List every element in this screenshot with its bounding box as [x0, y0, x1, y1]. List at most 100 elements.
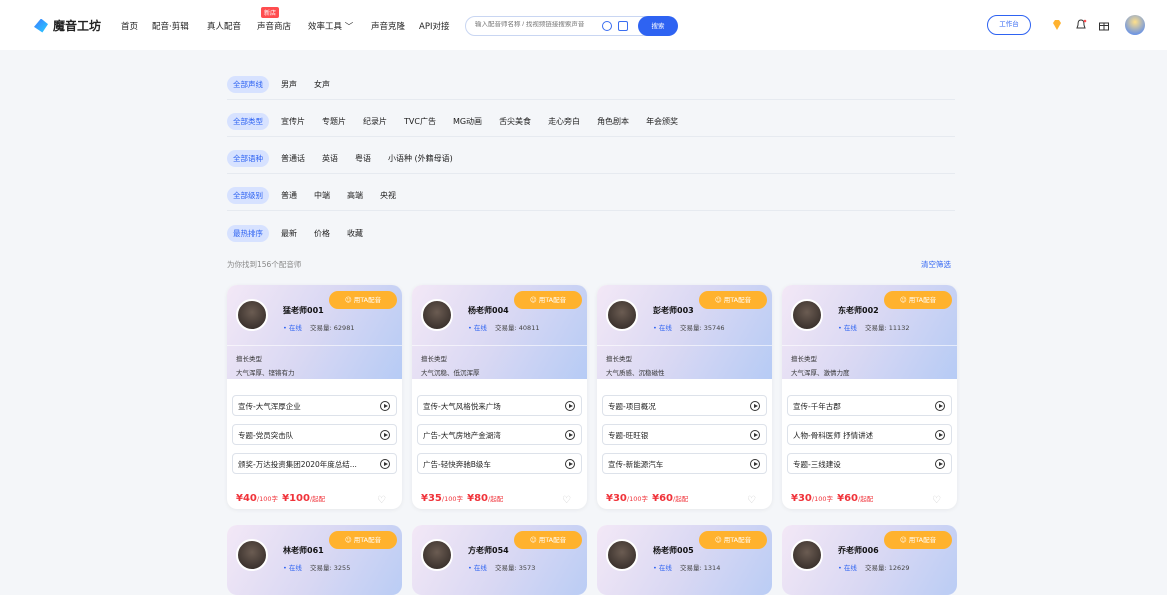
sample-title: 专题-三线建设 [793, 460, 841, 469]
filter-row-sort: 最热排序 最新 价格 收藏 [227, 218, 955, 248]
nav-voice-clone[interactable]: 声音克隆 [371, 20, 405, 32]
filter-option[interactable]: 央视 [380, 190, 396, 201]
play-icon[interactable] [380, 401, 390, 411]
nav-home[interactable]: 首页 [121, 20, 138, 32]
filter-option[interactable]: 高端 [347, 190, 363, 201]
hire-button[interactable]: ☺ 用TA配音 [699, 531, 767, 549]
search-button[interactable]: 搜索 [638, 16, 678, 36]
favorite-icon[interactable]: ♡ [747, 495, 756, 506]
nav-api[interactable]: API对接 [419, 20, 449, 32]
voice-card[interactable]: 彭老师003 • 在线 交易量: 35746 ☺ 用TA配音 擅长类型 大气质感… [597, 285, 772, 509]
bell-icon[interactable] [1075, 19, 1087, 31]
filter-option[interactable]: 走心旁白 [548, 116, 580, 127]
trade-volume: 交易量: 62981 [310, 324, 355, 332]
workbench-button[interactable]: 工作台 [987, 15, 1031, 35]
filter-option[interactable]: 普通话 [281, 153, 305, 164]
filter-option[interactable]: 普通 [281, 190, 297, 201]
voice-card[interactable]: 方老师054 • 在线 交易量: 3573 ☺ 用TA配音 [412, 525, 587, 595]
voice-card[interactable]: 林老师061 • 在线 交易量: 3255 ☺ 用TA配音 [227, 525, 402, 595]
sample-item[interactable]: 专题-旺旺银 [602, 424, 767, 445]
favorite-icon[interactable]: ♡ [562, 495, 571, 506]
play-icon[interactable] [565, 401, 575, 411]
filter-chip-all-type[interactable]: 全部类型 [227, 113, 269, 130]
play-icon[interactable] [750, 459, 760, 469]
skill-label: 擅长类型 [236, 355, 262, 363]
price-info: ¥30/100字 ¥60/起配 [606, 493, 689, 504]
filter-option[interactable]: 中端 [314, 190, 330, 201]
link-search-icon[interactable] [618, 21, 628, 31]
hire-button[interactable]: ☺ 用TA配音 [329, 291, 397, 309]
favorite-icon[interactable]: ♡ [932, 495, 941, 506]
diamond-icon[interactable] [1051, 19, 1063, 31]
brand-name: 魔音工坊 [53, 19, 102, 33]
filter-chip-all-voice[interactable]: 全部声线 [227, 76, 269, 93]
clear-filters-link[interactable]: 清空筛选 [921, 259, 951, 270]
hire-button[interactable]: ☺ 用TA配音 [884, 291, 952, 309]
play-icon[interactable] [565, 430, 575, 440]
sample-item[interactable]: 颁奖-万达投资集团2020年度总结... [232, 453, 397, 474]
sort-chip-hottest[interactable]: 最热排序 [227, 224, 269, 242]
sample-item[interactable]: 宣传-千年古郡 [787, 395, 952, 416]
voice-card[interactable]: 乔老师006 • 在线 交易量: 12629 ☺ 用TA配音 [782, 525, 957, 595]
nav-efficiency-tools[interactable]: 效率工具 ﹀ [308, 20, 353, 32]
filter-option[interactable]: 小语种 (外籍母语) [388, 153, 453, 164]
sort-option[interactable]: 最新 [281, 228, 297, 239]
sample-item[interactable]: 宣传-新能源汽车 [602, 453, 767, 474]
sample-item[interactable]: 广告-轻快奔驰B级车 [417, 453, 582, 474]
sort-option[interactable]: 价格 [314, 228, 330, 239]
filter-option[interactable]: 英语 [322, 153, 338, 164]
voice-card[interactable]: 猛老师001 • 在线 交易量: 62981 ☺ 用TA配音 擅长类型 大气浑厚… [227, 285, 402, 509]
filter-option[interactable]: 专题片 [322, 116, 346, 127]
hire-button[interactable]: ☺ 用TA配音 [514, 291, 582, 309]
play-icon[interactable] [750, 401, 760, 411]
filter-chip-all-level[interactable]: 全部级别 [227, 187, 269, 204]
hire-button[interactable]: ☺ 用TA配音 [514, 531, 582, 549]
hire-button[interactable]: ☺ 用TA配音 [699, 291, 767, 309]
filter-option[interactable]: MG动画 [453, 116, 482, 127]
play-icon[interactable] [380, 430, 390, 440]
skill-label: 擅长类型 [421, 355, 447, 363]
filter-chip-all-language[interactable]: 全部语种 [227, 150, 269, 167]
favorite-icon[interactable]: ♡ [377, 495, 386, 506]
sample-item[interactable]: 专题-项目概况 [602, 395, 767, 416]
filter-option[interactable]: 角色剧本 [597, 116, 629, 127]
voice-search-icon[interactable] [602, 21, 612, 31]
sample-item[interactable]: 人物-骨科医师 抒情讲述 [787, 424, 952, 445]
user-avatar[interactable] [1125, 15, 1145, 35]
search-input[interactable] [475, 21, 610, 28]
filter-option[interactable]: 舌尖美食 [499, 116, 531, 127]
sample-item[interactable]: 专题-党员突击队 [232, 424, 397, 445]
online-status: • 在线 [283, 324, 302, 332]
filter-option[interactable]: 粤语 [355, 153, 371, 164]
sample-title: 宣传-新能源汽车 [608, 460, 664, 469]
filter-option[interactable]: 年会颁奖 [646, 116, 678, 127]
filter-option[interactable]: 宣传片 [281, 116, 305, 127]
filter-option[interactable]: 女声 [314, 79, 330, 90]
sample-item[interactable]: 宣传-大气风格悦来广场 [417, 395, 582, 416]
hire-button[interactable]: ☺ 用TA配音 [884, 531, 952, 549]
hire-button[interactable]: ☺ 用TA配音 [329, 531, 397, 549]
voice-card[interactable]: 东老师002 • 在线 交易量: 11132 ☺ 用TA配音 擅长类型 大气浑厚… [782, 285, 957, 509]
sample-item[interactable]: 广告-大气房地产金湖湾 [417, 424, 582, 445]
play-icon[interactable] [380, 459, 390, 469]
play-icon[interactable] [935, 430, 945, 440]
sample-item[interactable]: 宣传-大气浑厚企业 [232, 395, 397, 416]
play-icon[interactable] [935, 401, 945, 411]
voice-artist-avatar [791, 539, 823, 571]
sample-item[interactable]: 专题-三线建设 [787, 453, 952, 474]
voice-card[interactable]: 杨老师004 • 在线 交易量: 40811 ☺ 用TA配音 擅长类型 大气沉稳… [412, 285, 587, 509]
filter-option[interactable]: TVC广告 [404, 116, 436, 127]
nav-voice-store[interactable]: 声音商店 [257, 20, 291, 32]
play-icon[interactable] [565, 459, 575, 469]
online-status: • 在线 [283, 564, 302, 572]
gift-icon[interactable] [1098, 19, 1110, 31]
play-icon[interactable] [750, 430, 760, 440]
brand-logo[interactable]: 魔音工坊 [34, 17, 101, 34]
nav-human-dubbing[interactable]: 真人配音 [207, 20, 241, 32]
play-icon[interactable] [935, 459, 945, 469]
nav-dubbing-edit[interactable]: 配音·剪辑 [152, 20, 189, 32]
filter-option[interactable]: 纪录片 [363, 116, 387, 127]
sort-option[interactable]: 收藏 [347, 228, 363, 239]
voice-card[interactable]: 杨老师005 • 在线 交易量: 1314 ☺ 用TA配音 [597, 525, 772, 595]
filter-option[interactable]: 男声 [281, 79, 297, 90]
